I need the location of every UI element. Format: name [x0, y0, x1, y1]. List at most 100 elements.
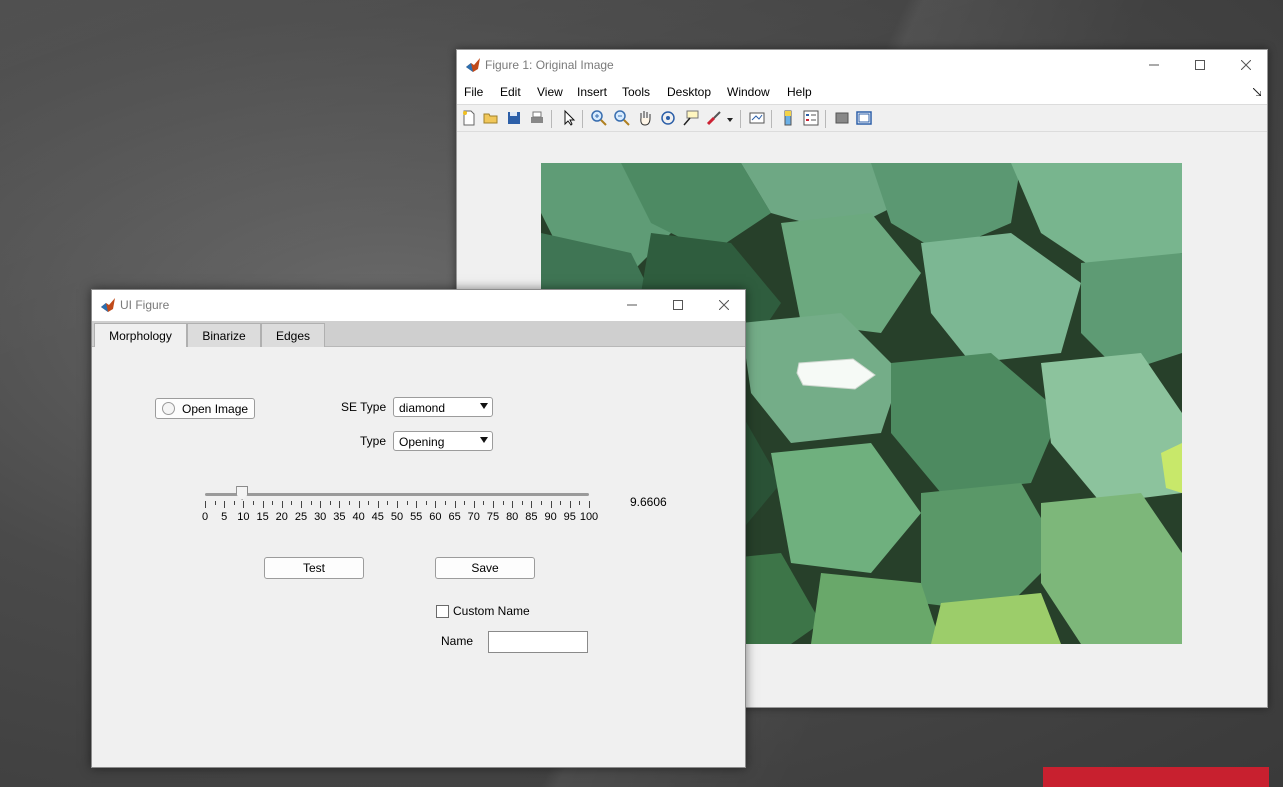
- se-type-value: diamond: [399, 401, 446, 415]
- menu-file[interactable]: File: [464, 85, 483, 99]
- figure-titlebar[interactable]: Figure 1: Original Image: [457, 50, 1267, 80]
- slider-tick: [483, 501, 485, 505]
- dropdown-arrow-icon[interactable]: [727, 118, 733, 122]
- type-label: Type: [360, 434, 387, 448]
- minimize-button[interactable]: [1131, 50, 1177, 80]
- matlab-logo-icon: [466, 58, 480, 72]
- pan-hand-icon[interactable]: [636, 109, 654, 127]
- tab-morphology[interactable]: Morphology: [94, 323, 187, 348]
- slider-tick: [425, 501, 427, 505]
- slider-tick: [310, 501, 312, 505]
- slider-tick: [464, 501, 466, 505]
- custom-name-label: Custom Name: [453, 604, 530, 618]
- slider-tick-label: 65: [448, 511, 461, 523]
- maximize-button[interactable]: [1177, 50, 1223, 80]
- radio-icon: [162, 402, 175, 415]
- menu-view[interactable]: View: [537, 85, 563, 99]
- slider-tick: [531, 501, 533, 508]
- slider-tick: [262, 501, 264, 508]
- test-button[interactable]: Test: [264, 557, 364, 579]
- show-plot-tools-icon[interactable]: [855, 109, 873, 127]
- print-icon[interactable]: [528, 109, 546, 127]
- menu-insert[interactable]: Insert: [577, 85, 607, 99]
- slider-tick: [473, 501, 475, 508]
- chevron-down-icon: [480, 437, 488, 443]
- slider-tick-label: 75: [486, 511, 500, 523]
- slider-tick: [589, 501, 590, 508]
- slider-tick: [224, 501, 226, 508]
- slider-tick: [233, 501, 235, 505]
- slider-tick: [214, 501, 216, 505]
- slider-tick: [387, 501, 389, 505]
- menu-desktop[interactable]: Desktop: [667, 85, 711, 99]
- zoom-out-icon[interactable]: [613, 109, 631, 127]
- menu-edit[interactable]: Edit: [500, 85, 521, 99]
- slider-tick-label: 100: [579, 511, 599, 523]
- slider-tick: [569, 501, 571, 508]
- close-button[interactable]: [1223, 50, 1269, 80]
- dock-arrow-icon[interactable]: [1253, 88, 1261, 96]
- slider-tick-label: 95: [563, 511, 576, 523]
- data-cursor-icon[interactable]: [682, 109, 700, 127]
- menu-window[interactable]: Window: [727, 85, 770, 99]
- menu-help[interactable]: Help: [787, 85, 812, 99]
- slider-tick: [291, 501, 293, 505]
- rotate-3d-icon[interactable]: [659, 109, 677, 127]
- slider-tick: [445, 501, 446, 505]
- slider-track[interactable]: [205, 493, 589, 496]
- toolbar-separator: [825, 110, 826, 128]
- open-image-label: Open Image: [182, 402, 249, 416]
- type-dropdown[interactable]: Opening: [393, 431, 493, 451]
- legend-icon[interactable]: [802, 109, 820, 127]
- toolbar-separator: [551, 110, 552, 128]
- slider-tick-label: 40: [352, 511, 365, 523]
- name-field[interactable]: [488, 631, 588, 653]
- figure-menubar: File Edit View Insert Tools Desktop Wind…: [457, 80, 1267, 104]
- slider-tick: [243, 501, 245, 508]
- close-button[interactable]: [701, 290, 747, 320]
- morphology-panel: Open Image SE Type diamond Type Opening …: [92, 347, 745, 767]
- slider-tick: [521, 501, 523, 505]
- slider-tick: [560, 501, 562, 505]
- link-plot-icon[interactable]: [748, 109, 766, 127]
- hide-plot-tools-icon[interactable]: [833, 109, 851, 127]
- pointer-icon[interactable]: [560, 109, 578, 127]
- slider-tick-label: 5: [221, 511, 228, 523]
- slider-tick: [272, 501, 274, 505]
- slider-tick: [416, 501, 418, 508]
- slider-tick: [301, 501, 302, 508]
- colorbar-icon[interactable]: [779, 109, 797, 127]
- se-type-label: SE Type: [341, 400, 387, 414]
- custom-name-checkbox[interactable]: [436, 605, 449, 618]
- ui-titlebar[interactable]: UI Figure: [92, 290, 745, 321]
- maximize-button[interactable]: [655, 290, 701, 320]
- ui-title: UI Figure: [120, 298, 170, 312]
- slider-tick-label: 15: [256, 511, 269, 523]
- minimize-button[interactable]: [609, 290, 655, 320]
- se-type-dropdown[interactable]: diamond: [393, 397, 493, 417]
- ui-figure-window: UI Figure Morphology Binarize Edges Open…: [91, 289, 746, 768]
- slider-tick: [205, 501, 206, 508]
- open-folder-icon[interactable]: [482, 109, 500, 127]
- slider-tick-label: 30: [314, 511, 327, 523]
- slider-tick: [358, 501, 360, 508]
- slider-tick: [281, 501, 283, 508]
- brush-icon[interactable]: [705, 109, 723, 127]
- open-image-button[interactable]: Open Image: [155, 398, 255, 419]
- taskbar-accent: [1043, 767, 1269, 787]
- zoom-in-icon[interactable]: [590, 109, 608, 127]
- slider-tick: [349, 501, 350, 505]
- new-file-icon[interactable]: [460, 109, 478, 127]
- slider-tick: [435, 501, 437, 508]
- menu-tools[interactable]: Tools: [622, 85, 650, 99]
- save-button[interactable]: Save: [435, 557, 535, 579]
- tab-edges[interactable]: Edges: [261, 323, 325, 347]
- slider-tick: [493, 501, 494, 508]
- tab-binarize[interactable]: Binarize: [187, 323, 261, 347]
- slider-tick: [454, 501, 456, 508]
- save-icon[interactable]: [505, 109, 523, 127]
- slider-thumb[interactable]: [236, 486, 249, 500]
- toolbar-separator: [582, 110, 583, 128]
- close-icon: [719, 300, 729, 310]
- slider-tick: [320, 501, 322, 508]
